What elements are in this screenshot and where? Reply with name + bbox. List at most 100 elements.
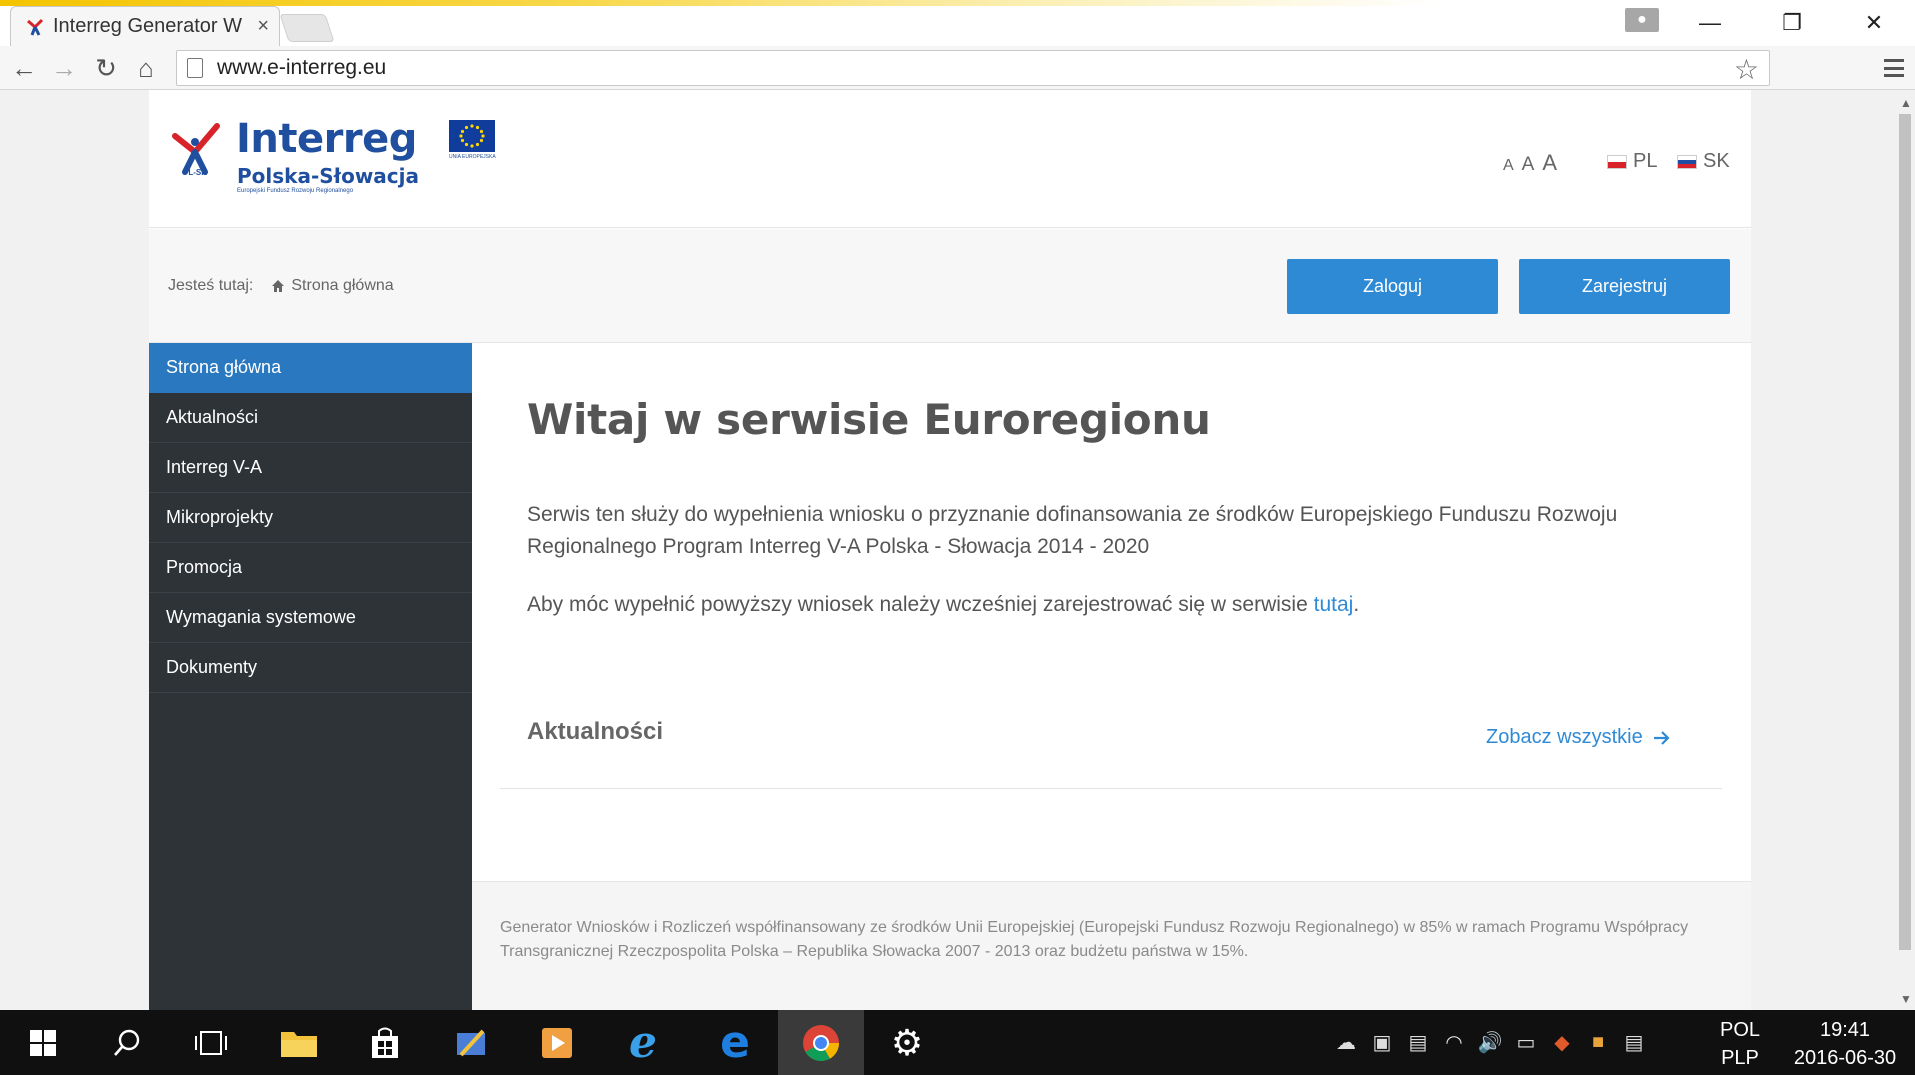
page-title: Witaj w serwisie Euroregionu [527,395,1211,444]
system-tray: ☁ ▣ ▤ ◠ 🔊 ▭ ◆ ■ ▤ [1328,1010,1652,1075]
interreg-favicon-icon [27,18,44,36]
sidebar-item-home[interactable]: Strona główna [149,343,472,393]
sidebar-item-microprojects[interactable]: Mikroprojekty [149,493,472,543]
page-icon [187,58,203,78]
language-bottom: PLP [1721,1047,1759,1069]
font-size-small[interactable]: A [1503,157,1514,175]
page-viewport: PL-SK Interreg Polska-Słowacja Europejsk… [0,90,1895,1010]
breadcrumb-home-link[interactable]: Strona główna [291,277,393,295]
app-tray-icon[interactable]: ▤ [1400,1010,1436,1075]
task-view-icon[interactable] [168,1010,254,1075]
register-here-link[interactable]: tutaj [1314,593,1354,616]
logo-tagline: Europejski Fundusz Rozwoju Regionalnego [237,188,354,194]
browser-tab[interactable]: Interreg Generator W × [10,6,280,46]
language-sk[interactable]: SK [1677,150,1730,173]
sidebar-nav: Strona główna Aktualności Interreg V-A M… [149,343,472,1010]
poland-flag-icon [1607,154,1627,169]
tab-title: Interreg Generator W [53,15,242,37]
notifications-icon[interactable]: ▤ [1616,1010,1652,1075]
browser-toolbar: ← → ↻ ⌂ www.e-interreg.eu ☆ [0,46,1915,90]
input-language-indicator[interactable]: POL PLP [1712,1016,1768,1072]
language-pl[interactable]: PL [1607,150,1657,173]
onedrive-icon[interactable]: ☁ [1328,1010,1364,1075]
battery-icon[interactable]: ▭ [1508,1010,1544,1075]
scroll-up-icon[interactable]: ▲ [1900,96,1912,110]
address-bar[interactable]: www.e-interreg.eu ☆ [176,50,1770,86]
new-tab-button[interactable] [279,14,335,42]
logo-program: Polska-Słowacja [237,164,420,188]
reload-icon[interactable]: ↻ [90,52,122,84]
file-explorer-icon[interactable] [256,1010,342,1075]
forward-icon[interactable]: → [48,52,80,84]
titlebar-accent-strip [0,0,1915,6]
edge-browser-icon[interactable]: e [692,1010,778,1075]
tab-close-icon[interactable]: × [257,15,269,38]
scrollbar-thumb[interactable] [1899,114,1911,950]
browser-titlebar: Interreg Generator W × ● — ❐ ✕ [0,0,1915,46]
chrome-icon[interactable] [778,1010,864,1075]
sidebar-item-promotion[interactable]: Promocja [149,543,472,593]
close-window-button[interactable]: ✕ [1844,6,1904,40]
sidebar-item-system-requirements[interactable]: Wymagania systemowe [149,593,472,643]
see-all-news-link[interactable]: Zobacz wszystkie [1486,726,1671,749]
restore-button[interactable]: ❐ [1762,6,1822,40]
news-section-title: Aktualności [527,718,664,745]
home-icon [272,280,285,292]
footer-text: Generator Wniosków i Rozliczeń współfina… [500,919,1689,960]
interreg-logo[interactable]: PL-SK Interreg Polska-Słowacja Europejsk… [171,116,496,200]
breadcrumb-bar: Jesteś tutaj: Strona główna Zaloguj Zare… [149,229,1751,343]
breadcrumb-prefix: Jesteś tutaj: [168,277,254,294]
language-sk-label: SK [1703,150,1730,172]
minimize-button[interactable]: — [1680,6,1740,40]
eu-label: UNIA EUROPEJSKA [449,154,496,160]
taskbar-clock[interactable]: 19:41 2016-06-30 [1780,1016,1910,1072]
media-player-icon[interactable] [514,1010,600,1075]
arrow-right-icon [1653,730,1670,745]
windows-taskbar: e e ⚙ ☁ ▣ ▤ ◠ 🔊 ▭ ◆ ■ ▤ POL PLP 19:41 20… [0,1010,1915,1075]
volume-icon[interactable]: 🔊 [1472,1010,1508,1075]
bookmark-star-icon[interactable]: ☆ [1734,53,1759,86]
search-icon[interactable] [84,1010,170,1075]
back-icon[interactable]: ← [8,52,40,84]
wifi-icon[interactable]: ◠ [1436,1010,1472,1075]
intro-text: Serwis ten służy do wypełnienia wniosku … [527,503,1618,558]
internet-explorer-icon[interactable]: e [600,1010,686,1075]
clock-time: 19:41 [1819,1019,1871,1041]
home-icon[interactable]: ⌂ [130,52,162,84]
font-size-large[interactable]: A [1542,150,1557,176]
url-text: www.e-interreg.eu [217,56,387,79]
settings-gear-icon[interactable]: ⚙ [864,1010,950,1075]
sidebar-item-news[interactable]: Aktualności [149,393,472,443]
slovakia-flag-icon [1677,154,1697,169]
user-profile-icon[interactable]: ● [1625,8,1659,32]
breadcrumb: Jesteś tutaj: Strona główna [168,277,394,295]
news-divider [500,788,1722,789]
store-icon[interactable] [342,1010,428,1075]
office-tray-icon[interactable]: ■ [1580,1010,1616,1075]
sidebar-item-interreg[interactable]: Interreg V-A [149,443,472,493]
network-computer-icon[interactable]: ▣ [1364,1010,1400,1075]
scroll-down-icon[interactable]: ▼ [1900,992,1912,1006]
clock-date: 2016-06-30 [1793,1047,1897,1069]
logo-name: Interreg [236,116,417,162]
language-top: POL [1719,1019,1761,1041]
eu-flag-icon [449,120,495,152]
register-button[interactable]: Zarejestruj [1519,259,1730,314]
windows-start-icon[interactable] [0,1010,86,1075]
browser-menu-icon[interactable] [1882,56,1906,80]
font-size-medium[interactable]: A [1522,154,1535,176]
register-text: Aby móc wypełnić powyższy wniosek należy… [527,593,1359,617]
page-scrollbar[interactable]: ▲ ▼ [1895,90,1915,1010]
main-content: Witaj w serwisie Euroregionu Serwis ten … [472,343,1751,881]
font-size-switcher: A A A [1503,150,1557,176]
security-tray-icon[interactable]: ◆ [1544,1010,1580,1075]
register-text-prefix: Aby móc wypełnić powyższy wniosek należy… [527,593,1314,616]
register-text-suffix: . [1353,593,1360,616]
see-all-label: Zobacz wszystkie [1486,726,1643,748]
page-container: PL-SK Interreg Polska-Słowacja Europejsk… [149,90,1751,1010]
logo-region: PL-SK [183,168,207,177]
app-pen-icon[interactable] [428,1010,514,1075]
language-pl-label: PL [1633,150,1658,172]
sidebar-item-documents[interactable]: Dokumenty [149,643,472,693]
login-button[interactable]: Zaloguj [1287,259,1498,314]
